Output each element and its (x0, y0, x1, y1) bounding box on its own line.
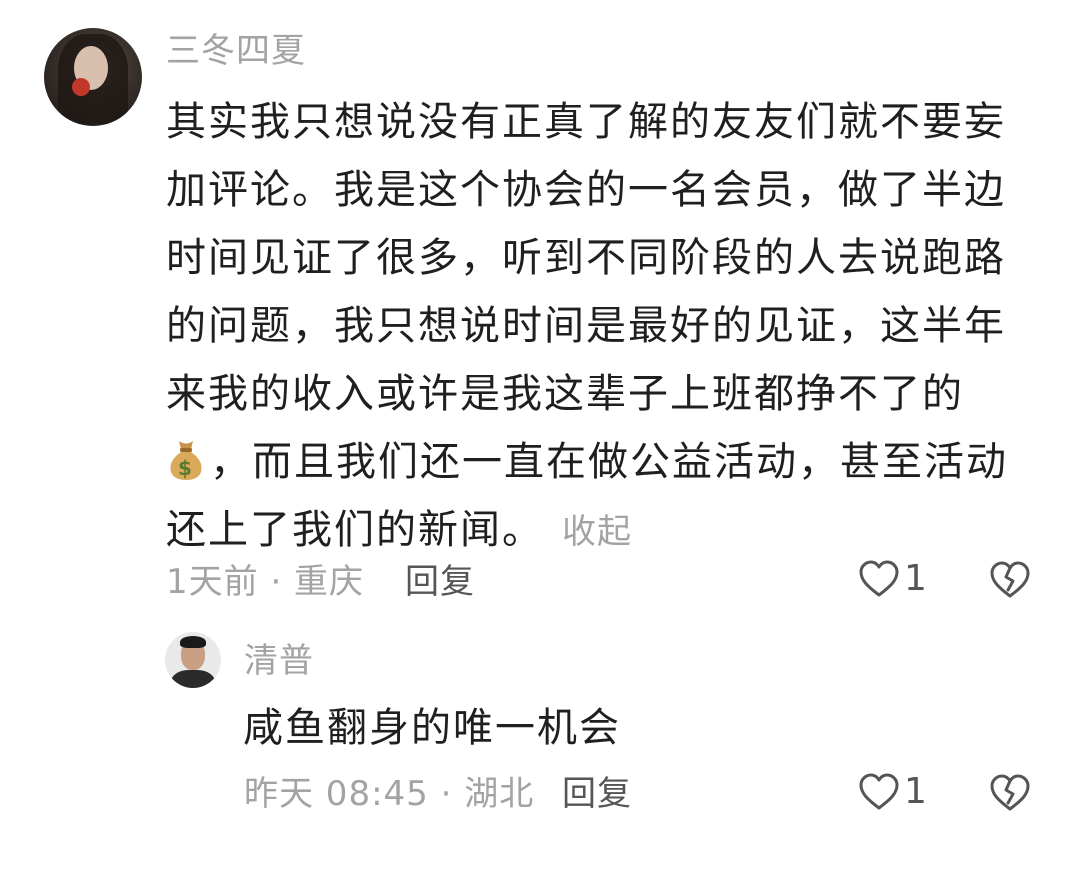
svg-text:$: $ (178, 456, 194, 480)
reply-meta: 昨天 08:45 · 湖北 (244, 774, 535, 814)
reply-button[interactable]: 回复 (562, 777, 632, 811)
comment-author[interactable]: 三冬四夏 (166, 34, 306, 68)
avatar-body (171, 670, 215, 688)
money-bag-icon: $ (170, 441, 202, 480)
avatar-rose (72, 78, 90, 96)
like-button[interactable]: 1 (858, 771, 927, 812)
dislike-button[interactable] (988, 560, 1032, 600)
reply-body: 咸鱼翻身的唯一机会 (243, 705, 621, 751)
dislike-button[interactable] (988, 773, 1032, 813)
comment-line: $ ，而且我们还一直在做公益活动，甚至活动 (166, 428, 1026, 496)
comment-line-text: ，而且我们还一直在做公益活动，甚至活动 (210, 439, 1008, 485)
like-count: 1 (904, 558, 927, 599)
comment-line-text: 还上了我们的新闻。 (166, 507, 544, 553)
broken-heart-icon (990, 774, 1030, 811)
broken-heart-icon (990, 561, 1030, 598)
comment-line: 时间见证了很多，听到不同阶段的人去说跑路 (166, 235, 1006, 281)
comment-line: 其实我只想说没有正真了解的友友们就不要妄 (166, 99, 1006, 145)
comment-line: 还上了我们的新闻。 收起 (166, 496, 1026, 566)
comment-meta: 1天前 · 重庆 (166, 562, 365, 602)
like-count: 1 (904, 771, 927, 812)
reply-avatar[interactable] (165, 632, 221, 688)
reply-button[interactable]: 回复 (405, 565, 475, 599)
reply-author[interactable]: 清普 (244, 644, 314, 678)
avatar[interactable] (44, 28, 142, 126)
comment-line: 来我的收入或许是我这辈子上班都挣不了的 (166, 371, 964, 417)
heart-icon (859, 560, 899, 596)
like-button[interactable]: 1 (858, 558, 927, 599)
heart-icon (859, 773, 899, 809)
comment-line: 加评论。我是这个协会的一名会员，做了半边 (166, 167, 1006, 213)
comment-line: 的问题，我只想说时间是最好的见证，这半年 (166, 303, 1006, 349)
collapse-button[interactable]: 收起 (562, 512, 632, 552)
comment-body: 其实我只想说没有正真了解的友友们就不要妄 加评论。我是这个协会的一名会员，做了半… (166, 88, 1026, 566)
avatar-hair (180, 636, 206, 648)
